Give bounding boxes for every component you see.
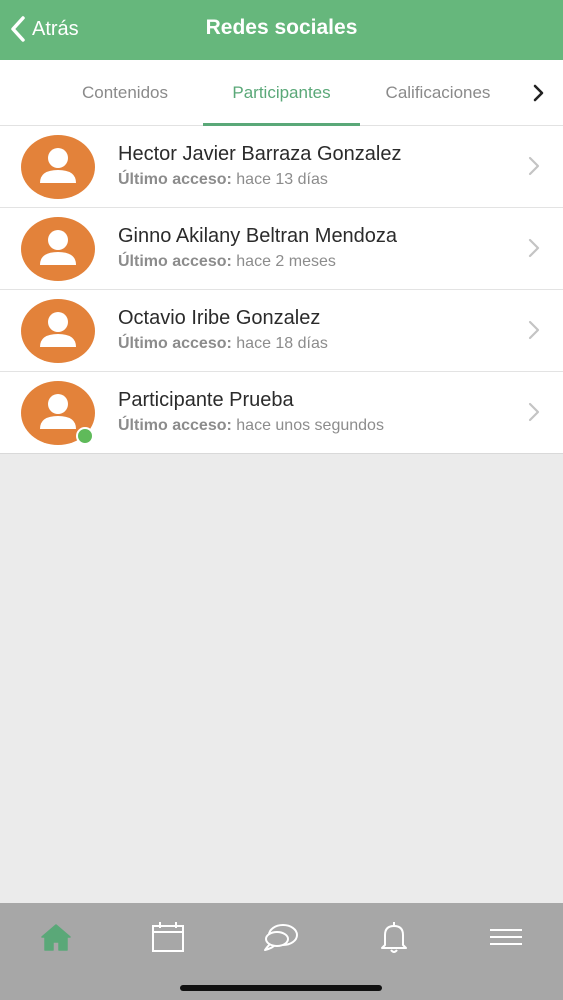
participant-name: Octavio Iribe Gonzalez [118, 307, 321, 329]
participants-list: Hector Javier Barraza Gonzalez Último ac… [0, 126, 563, 454]
tabbar-notifications[interactable] [374, 917, 414, 957]
list-item[interactable]: Octavio Iribe Gonzalez Último acceso: ha… [0, 290, 563, 372]
chat-icon [264, 924, 298, 951]
chevron-right-icon[interactable] [526, 80, 552, 106]
calendar-icon [152, 922, 184, 952]
participant-name: Ginno Akilany Beltran Mendoza [118, 225, 398, 247]
user-icon [40, 148, 76, 183]
list-item[interactable]: Hector Javier Barraza Gonzalez Último ac… [0, 126, 563, 208]
tab-strip: Contenidos Participantes Calificaciones [0, 60, 563, 126]
chevron-right-icon [528, 402, 540, 422]
bell-icon [381, 922, 407, 953]
page-title: Redes sociales [205, 16, 358, 39]
last-access: Último acceso: hace 2 meses [118, 253, 336, 271]
last-access: Último acceso: hace 18 días [118, 335, 328, 353]
tabbar-chat[interactable] [261, 917, 301, 957]
home-indicator [180, 985, 382, 991]
user-icon [40, 230, 76, 265]
last-access-label: Último acceso: [118, 253, 232, 270]
tabbar-home[interactable] [36, 917, 76, 957]
participant-name: Participante Prueba [118, 389, 294, 411]
online-status-dot [76, 427, 94, 445]
tab-calificaciones[interactable]: Calificaciones [368, 60, 508, 126]
tab-contenidos[interactable]: Contenidos [60, 60, 190, 126]
list-item[interactable]: Ginno Akilany Beltran Mendoza Último acc… [0, 208, 563, 290]
tabbar-menu[interactable] [486, 917, 526, 957]
last-access: Último acceso: hace unos segundos [118, 417, 384, 435]
last-access-value: hace unos segundos [236, 417, 384, 434]
user-icon [40, 312, 76, 347]
tabbar-calendar[interactable] [148, 917, 188, 957]
last-access-label: Último acceso: [118, 417, 232, 434]
last-access-value: hace 13 días [236, 171, 328, 188]
tab-participantes[interactable]: Participantes [203, 60, 360, 126]
avatar [21, 217, 95, 281]
last-access-value: hace 18 días [236, 335, 328, 352]
chevron-right-icon [528, 238, 540, 258]
last-access-label: Último acceso: [118, 171, 232, 188]
chevron-right-icon [528, 156, 540, 176]
participant-name: Hector Javier Barraza Gonzalez [118, 143, 402, 165]
avatar [21, 299, 95, 363]
last-access-label: Último acceso: [118, 335, 232, 352]
home-icon [41, 924, 71, 951]
avatar [21, 135, 95, 199]
last-access-value: hace 2 meses [236, 253, 336, 270]
list-item[interactable]: Participante Prueba Último acceso: hace … [0, 372, 563, 454]
menu-icon [490, 929, 522, 945]
last-access: Último acceso: hace 13 días [118, 171, 328, 189]
chevron-right-icon [528, 320, 540, 340]
nav-bar: Atrás Redes sociales [0, 0, 563, 60]
